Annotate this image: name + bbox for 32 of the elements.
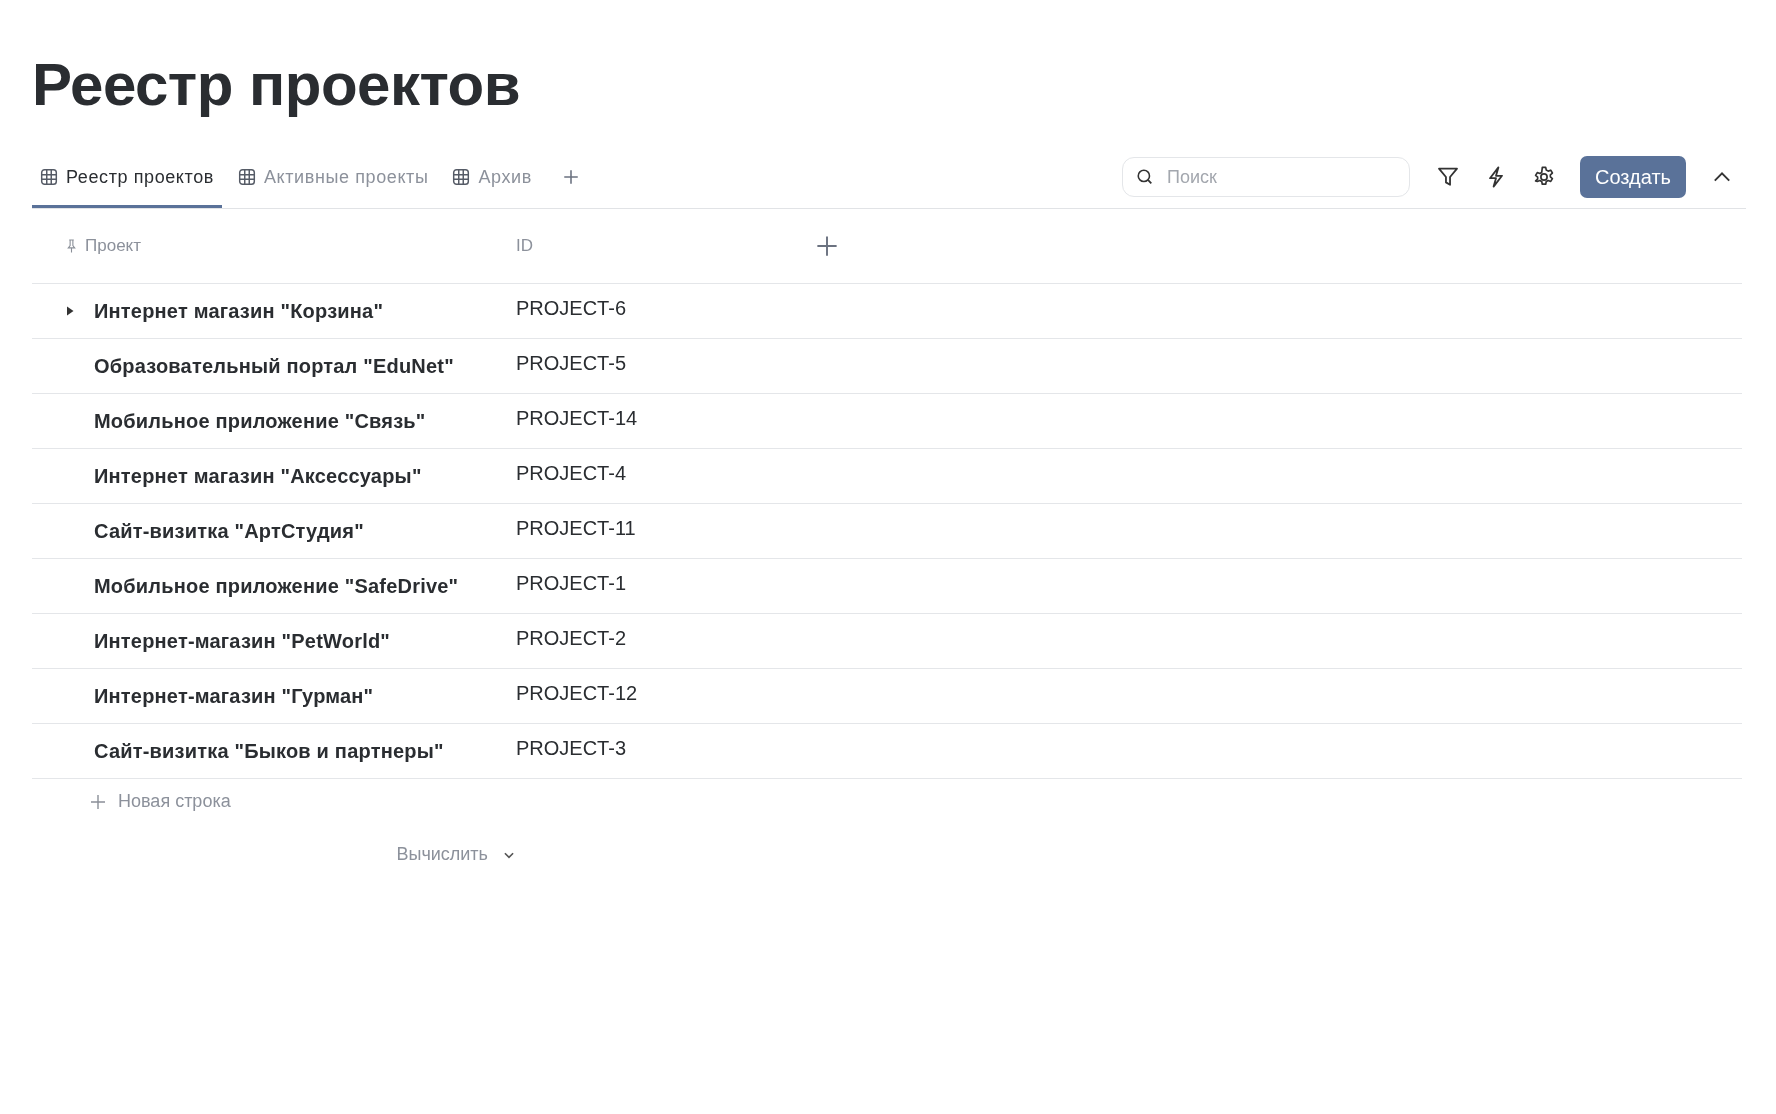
pin-icon [66,238,77,254]
project-name[interactable]: Интернет-магазин "Гурман" [94,684,374,708]
expand-caret-icon[interactable] [66,306,74,316]
search-icon [1136,168,1154,186]
table-icon [237,168,256,186]
add-tab-icon[interactable] [561,168,580,186]
project-id: PROJECT-6 [516,297,627,320]
project-id: PROJECT-14 [516,407,638,430]
project-id: PROJECT-2 [516,627,627,650]
project-id: PROJECT-12 [516,682,638,705]
view-tab[interactable]: Реестр проектов [32,146,222,208]
table-icon [452,168,471,186]
create-button[interactable]: Создать [1580,156,1686,198]
filter-icon[interactable] [1436,165,1460,189]
project-name[interactable]: Мобильное приложение "SafeDrive" [94,574,459,598]
project-id: PROJECT-3 [516,737,627,760]
project-id: PROJECT-1 [516,572,627,595]
project-name[interactable]: Сайт-визитка "Быков и партнеры" [94,739,444,763]
page-title: Реестр проектов [32,50,522,120]
project-id: PROJECT-11 [516,517,636,540]
search-field[interactable]: Поиск [1122,157,1410,197]
project-name[interactable]: Мобильное приложение "Связь" [94,409,426,433]
add-column-icon[interactable] [816,235,838,257]
plus-icon [90,793,106,810]
project-name[interactable]: Образовательный портал "EduNet" [94,354,454,378]
table-icon [40,168,58,186]
project-name[interactable]: Интернет магазин "Аксессуары" [94,464,422,488]
project-name[interactable]: Сайт-визитка "АртСтудия" [94,519,364,543]
project-name[interactable]: Интернет магазин "Корзина" [94,299,384,323]
project-id: PROJECT-5 [516,352,627,375]
project-name[interactable]: Интернет-магазин "PetWorld" [94,629,390,653]
project-id: PROJECT-4 [516,462,627,485]
